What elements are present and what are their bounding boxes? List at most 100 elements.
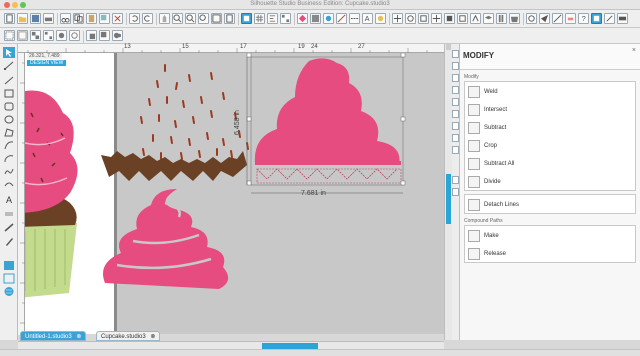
help-icon[interactable]: ? <box>578 13 589 24</box>
weld-button[interactable]: Weld <box>468 84 498 100</box>
release-compound-icon[interactable] <box>69 30 80 41</box>
curve-tool-icon[interactable] <box>3 140 15 151</box>
cut-panel-icon[interactable] <box>452 188 459 196</box>
knife-icon[interactable] <box>552 13 563 24</box>
scale-icon[interactable] <box>418 13 429 24</box>
freehand-tool-icon[interactable] <box>3 166 15 177</box>
page-settings-icon[interactable] <box>3 260 15 271</box>
replicate-panel-icon[interactable] <box>452 86 459 94</box>
nesting-icon[interactable] <box>526 13 537 24</box>
eraser-icon[interactable] <box>565 13 576 24</box>
save-icon[interactable] <box>30 13 41 24</box>
pen-tool-icon[interactable] <box>3 236 15 247</box>
bring-front-icon[interactable] <box>86 30 97 41</box>
print-icon[interactable] <box>43 13 54 24</box>
grid-icon[interactable] <box>254 13 265 24</box>
send-back-icon[interactable] <box>99 30 110 41</box>
subtract-button[interactable]: Subtract <box>468 120 506 136</box>
close-tab-icon[interactable]: ⊗ <box>150 334 155 340</box>
select-tool-icon[interactable] <box>3 47 15 58</box>
open-icon[interactable] <box>17 13 28 24</box>
store-icon[interactable] <box>509 13 520 24</box>
replicate-icon[interactable] <box>280 13 291 24</box>
layers-panel-icon[interactable] <box>452 146 459 154</box>
tab-untitled-1[interactable]: Untitled-1.studio3 ⊗ <box>20 331 87 341</box>
polygon-tool-icon[interactable] <box>3 127 15 138</box>
library-icon[interactable] <box>496 13 507 24</box>
line-color-icon[interactable] <box>336 13 347 24</box>
cut-style-icon[interactable] <box>3 273 15 284</box>
text-tool-icon[interactable]: A <box>3 194 15 205</box>
rounded-rect-tool-icon[interactable] <box>3 101 15 112</box>
trace-panel-icon[interactable] <box>452 122 459 130</box>
pan-icon[interactable] <box>159 13 170 24</box>
crop-button[interactable]: Crop <box>468 138 497 154</box>
undo-icon[interactable] <box>129 13 140 24</box>
horizontal-scrollbar[interactable] <box>18 341 444 349</box>
edit-points-icon[interactable] <box>3 60 15 71</box>
zoom-in-icon[interactable] <box>172 13 183 24</box>
close-tab-icon[interactable]: ⊗ <box>76 334 81 340</box>
zoom-select-icon[interactable] <box>198 13 209 24</box>
image-effects-icon[interactable] <box>375 13 386 24</box>
align-panel-icon[interactable] <box>452 74 459 82</box>
modify-panel-icon[interactable] <box>452 176 459 184</box>
zoom-out-icon[interactable] <box>185 13 196 24</box>
make-compound-button[interactable]: Make <box>468 228 499 244</box>
divide-button[interactable]: Divide <box>468 174 501 190</box>
layers-icon[interactable] <box>483 13 494 24</box>
deselect-icon[interactable] <box>17 30 28 41</box>
ellipse-tool-icon[interactable] <box>3 114 15 125</box>
group-icon[interactable] <box>30 30 41 41</box>
duplicate-icon[interactable] <box>99 13 110 24</box>
transform-icon[interactable] <box>392 13 403 24</box>
cut-icon[interactable] <box>60 13 71 24</box>
send-icon[interactable] <box>539 13 550 24</box>
pattern-icon[interactable] <box>323 13 334 24</box>
fill-panel-icon[interactable] <box>452 50 459 58</box>
subtract-all-button[interactable]: Subtract All <box>468 156 514 172</box>
text-panel-icon[interactable] <box>452 134 459 142</box>
rectangle-tool-icon[interactable] <box>3 88 15 99</box>
page-view-icon[interactable] <box>224 13 235 24</box>
move-icon[interactable] <box>431 13 442 24</box>
select-all-icon[interactable] <box>4 30 15 41</box>
line-style-icon[interactable] <box>349 13 360 24</box>
paste-icon[interactable] <box>86 13 97 24</box>
knife-tool-icon[interactable] <box>3 222 15 233</box>
send-to-silhouette-icon[interactable] <box>617 13 628 24</box>
modify-icon[interactable] <box>444 13 455 24</box>
align-icon[interactable] <box>267 13 278 24</box>
text-style-icon[interactable]: A <box>362 13 373 24</box>
vertical-scroll-thumb[interactable] <box>446 174 451 224</box>
line-tool-icon[interactable] <box>3 75 15 86</box>
offset-icon[interactable] <box>457 13 468 24</box>
weld-quick-icon[interactable] <box>112 30 123 41</box>
intersect-button[interactable]: Intersect <box>468 102 507 118</box>
cut-settings-icon[interactable] <box>604 13 615 24</box>
release-compound-button[interactable]: Release <box>468 246 506 262</box>
rotate-icon[interactable] <box>405 13 416 24</box>
gradient-icon[interactable] <box>310 13 321 24</box>
line-panel-icon[interactable] <box>452 62 459 70</box>
clear-icon[interactable] <box>112 13 123 24</box>
globe-icon[interactable] <box>3 286 15 297</box>
design-canvas[interactable]: 26.321, 7.489 DESIGN VIEW 6.458 in 7.681… <box>25 53 444 334</box>
vertical-scrollbar[interactable] <box>444 44 452 340</box>
design-tab-icon[interactable] <box>591 13 602 24</box>
eraser-tool-icon[interactable] <box>3 208 15 219</box>
tab-cupcake[interactable]: Cupcake.studio3 ⊗ <box>96 331 161 341</box>
offset-panel-icon[interactable] <box>452 110 459 118</box>
make-compound-icon[interactable] <box>56 30 67 41</box>
page-setup-icon[interactable] <box>241 13 252 24</box>
arc-tool-icon[interactable] <box>3 153 15 164</box>
fit-to-page-icon[interactable] <box>211 13 222 24</box>
smooth-freehand-icon[interactable] <box>3 179 15 190</box>
new-icon[interactable] <box>4 13 15 24</box>
detach-lines-button[interactable]: Detach Lines <box>468 197 519 213</box>
fill-color-icon[interactable] <box>297 13 308 24</box>
trace-icon[interactable] <box>470 13 481 24</box>
scroll-up-icon[interactable] <box>446 44 451 50</box>
redo-icon[interactable] <box>142 13 153 24</box>
transform-panel-icon[interactable] <box>452 98 459 106</box>
